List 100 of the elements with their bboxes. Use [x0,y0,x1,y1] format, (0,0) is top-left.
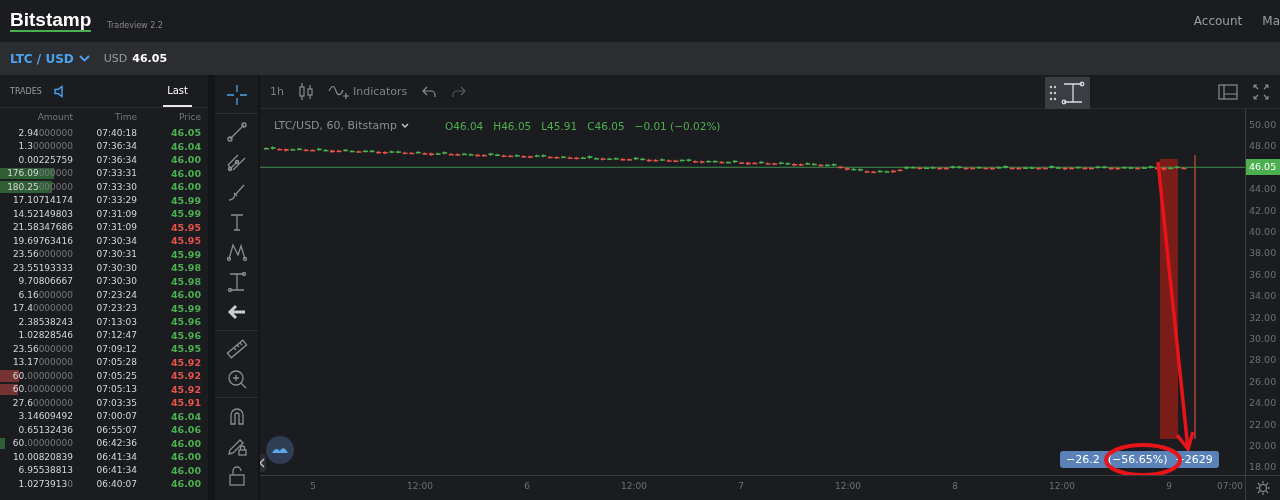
table-cell-text: 60.00000000 [11,438,73,449]
table-cell-text: 07:00:07 [95,411,137,422]
panel-tab[interactable]: Last [163,75,192,107]
axis-label: 20.00 [1248,439,1277,453]
column-header: Price [178,112,201,122]
settings-icon[interactable] [1255,480,1271,496]
table-cell-text: 07:33:29 [95,195,137,206]
table-cell-text: 07:31:09 [95,222,137,233]
column-header: Time [113,112,137,122]
table-cell-text: 6.95538813 [17,465,73,476]
table-cell-text: 2.38538243 [17,316,73,327]
table-cell-text: 07:30:34 [95,235,137,246]
indicators-button[interactable]: Indicators [328,81,408,102]
table-cell-text: 06:40:07 [95,478,137,489]
table-cell-text: 14.52149803 [11,208,73,219]
table-cell-text: 07:30:31 [95,249,137,260]
table-cell: 46.00 [170,289,201,301]
drag-handle-icon[interactable] [1049,85,1057,101]
table-cell: 45.99 [170,194,201,206]
ohlc-value: C46.05 [587,119,625,132]
currency-label: USD [103,52,128,65]
measure-value: −26.2 [1066,453,1100,466]
axis-label: 9 [1166,481,1172,491]
caret-icon[interactable] [78,55,90,62]
table-cell-text: 17.10714174 [11,195,73,206]
table-cell-text: 21.58347686 [11,222,73,233]
candles-icon[interactable] [298,81,314,102]
caret-icon[interactable] [400,123,409,128]
axis-label: 12:00 [621,481,647,491]
axis-label: 12:00 [407,481,433,491]
table-cell: 46.04 [170,410,201,422]
nav-link[interactable]: Account [1193,14,1243,28]
table-cell-text: 07:36:34 [95,154,137,165]
table-cell: 46.00 [170,437,201,449]
table-cell-text: 23.56000000 [11,249,73,260]
table-cell: 45.91 [170,397,201,409]
table-cell-text: 07:13:03 [95,316,137,327]
table-cell-text: 13.17000000 [11,357,73,368]
table-cell-text: 23.56000000 [11,343,73,354]
table-cell: 45.98 [170,262,201,274]
logo-badge-icon[interactable] [266,436,294,464]
axis-label: 22.00 [1248,417,1277,432]
table-cell: 46.04 [170,140,201,152]
table-cell: 45.99 [170,248,201,260]
layout-icon[interactable] [1218,83,1238,100]
axis-label: 48.00 [1248,139,1277,154]
table-cell: 45.99 [170,302,201,314]
table-cell-text: 07:40:18 [95,127,137,138]
nav-link[interactable]: Ma [1262,14,1280,28]
table-cell: 45.98 [170,275,201,287]
symbol-selector[interactable]: LTC/USD, 60, Bitstamp [274,119,409,132]
axis-label: 6 [524,481,530,491]
table-cell-text: 17.40000000 [11,303,73,314]
table-cell-text: 27.60000000 [11,397,73,408]
ticker-price: 46.05 [132,52,168,65]
table-cell-text: 0.65132436 [17,424,73,435]
table-cell: 45.95 [170,235,201,247]
axis-label: 32.00 [1248,310,1277,325]
column-header: Amount [36,112,73,122]
axis-label: 36.00 [1248,267,1277,282]
interval-button[interactable]: 1h [270,85,284,98]
axis-label: 12:00 [1049,481,1075,491]
axis-label: 30.00 [1248,332,1277,346]
pair-selector[interactable]: LTC / USD [10,51,90,66]
table-cell-text: 07:09:12 [95,343,137,354]
table-cell-text: 9.70806667 [17,276,73,287]
table-cell-text: 07:03:35 [95,397,137,408]
axis-label: 40.00 [1248,225,1277,239]
measure-icon[interactable] [1061,80,1087,106]
table-cell-text: 10.00820839 [11,451,73,462]
axis-label: 07:00 [1217,481,1243,491]
table-cell-text: 07:36:34 [95,141,137,152]
measure-widget[interactable] [1045,77,1090,109]
table-cell: 45.96 [170,329,201,341]
table-cell-text: 1.30000000 [17,141,73,152]
table-cell-text: 06:55:07 [95,424,137,435]
axis-label: 18.00 [1248,460,1277,475]
axis-label: 5 [310,481,316,491]
speaker-icon[interactable] [53,84,64,98]
last-price-label: 46.05 [1246,159,1280,176]
axis-label: 12:00 [835,481,861,491]
table-cell: 45.92 [170,383,201,395]
table-cell-text: 19.69763416 [11,235,73,246]
table-cell-text: 60.00000000 [11,384,73,395]
logo[interactable]: Bitstamp [10,10,92,32]
table-cell: 46.05 [170,127,201,139]
table-cell-text: 07:31:09 [95,208,137,219]
table-cell-text: 2.94000000 [17,127,73,138]
version-label: Tradeview 2.2 [107,20,163,30]
table-cell-text: 07:23:23 [95,303,137,314]
undo-icon[interactable] [421,84,438,99]
table-cell-text: 06:42:36 [95,438,137,449]
table-cell-text: 07:33:31 [95,168,137,179]
table-cell: 46.00 [170,451,201,463]
table-cell-text: 23.55193333 [11,262,73,273]
axis-label: 26.00 [1248,374,1277,389]
ohlc-value: −0.01 (−0.02%) [634,119,721,132]
fullscreen-icon[interactable] [1252,82,1270,101]
table-cell-text: 07:23:24 [95,289,137,300]
table-cell-text: 6.16000000 [17,289,73,300]
